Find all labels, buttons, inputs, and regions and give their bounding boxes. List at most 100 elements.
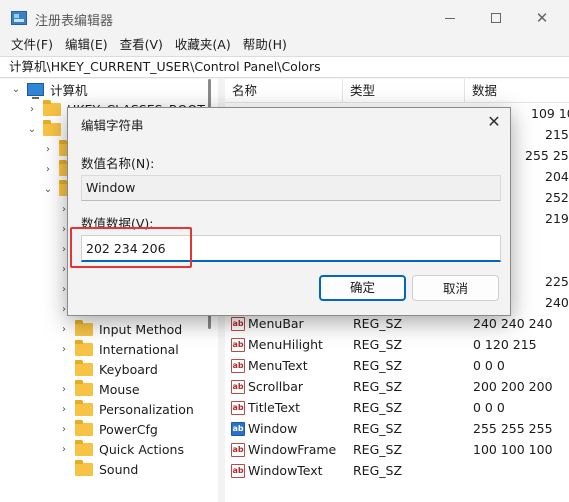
chevron-right-icon[interactable]: › <box>42 144 54 155</box>
chevron-right-icon[interactable]: › <box>58 384 70 395</box>
tree-item-computer[interactable]: ⌄ 计算机 <box>10 79 88 99</box>
table-row[interactable]: ab WindowText REG_SZ <box>225 460 569 481</box>
data-cell: 0 0 0 <box>473 400 505 415</box>
regedit-icon <box>11 11 27 25</box>
data-cell: 0 0 0 <box>473 358 505 373</box>
tree-item-sound[interactable]: Sound <box>58 459 138 479</box>
dialog-close-icon[interactable]: ✕ <box>482 111 506 133</box>
menu-view[interactable]: 查看(V) <box>114 36 169 56</box>
title-bar: 注册表编辑器 ✕ <box>0 0 569 36</box>
tree-item-label: Mouse <box>99 381 140 397</box>
value-name: Scrollbar <box>248 379 303 394</box>
menu-favorites[interactable]: 收藏夹(A) <box>169 36 237 56</box>
value-data-input[interactable] <box>81 235 501 262</box>
data-cell: 240 240 240 <box>473 316 553 331</box>
table-row[interactable]: ab MenuHilight REG_SZ 0 120 215 <box>225 334 569 355</box>
chevron-right-icon[interactable]: › <box>26 104 38 115</box>
tree-item-international[interactable]: › International <box>58 339 179 359</box>
table-row[interactable]: ab TitleText REG_SZ 0 0 0 <box>225 397 569 418</box>
table-row[interactable]: ab Window REG_SZ 255 255 255 <box>225 418 569 439</box>
name-cell: ab MenuText <box>231 355 308 376</box>
folder-icon <box>43 99 61 116</box>
tree-item-label: Input Method <box>99 321 183 337</box>
menu-file[interactable]: 文件(F) <box>0 36 59 56</box>
tree-item-quick-actions[interactable]: › Quick Actions <box>58 439 184 459</box>
cancel-button[interactable]: 取消 <box>412 275 499 301</box>
edit-string-dialog: 编辑字符串 ✕ 数值名称(N): Window 数值数据(V): 确定 取消 <box>67 107 511 316</box>
type-cell: REG_SZ <box>353 316 403 331</box>
ok-button[interactable]: 确定 <box>319 275 406 301</box>
chevron-down-icon[interactable]: ⌄ <box>26 124 38 135</box>
folder-icon <box>75 359 93 376</box>
folder-icon <box>43 119 61 136</box>
window-title: 注册表编辑器 <box>35 14 114 29</box>
tree-item-label: Quick Actions <box>99 441 184 457</box>
value-data-label: 数值数据(V): <box>81 216 154 231</box>
table-row[interactable]: ab MenuBar REG_SZ 240 240 240 <box>225 313 569 334</box>
column-header-data[interactable]: 数据 <box>465 79 569 103</box>
type-cell: REG_SZ <box>353 358 403 373</box>
tree-item-label: Keyboard <box>99 361 158 377</box>
chevron-right-icon[interactable]: › <box>58 344 70 355</box>
value-name: MenuText <box>248 358 308 373</box>
tree-item-keyboard[interactable]: Keyboard <box>58 359 158 379</box>
table-row[interactable]: ab MenuText REG_SZ 0 0 0 <box>225 355 569 376</box>
tree-item-mouse[interactable]: › Mouse <box>58 379 140 399</box>
value-name: TitleText <box>248 400 301 415</box>
dialog-title: 编辑字符串 <box>81 118 144 133</box>
name-cell: ab WindowText <box>231 460 323 481</box>
value-name: MenuHilight <box>248 337 323 352</box>
computer-icon <box>27 82 44 99</box>
value-name: Window <box>248 421 298 436</box>
maximize-icon <box>491 13 501 23</box>
type-cell: REG_SZ <box>353 337 403 352</box>
data-cell-partial: 109 109 <box>531 106 569 121</box>
string-value-icon: ab <box>231 316 245 331</box>
minimize-button[interactable] <box>427 0 473 36</box>
string-value-icon: ab <box>231 337 245 352</box>
value-name: WindowText <box>248 463 323 478</box>
chevron-right-icon[interactable]: › <box>58 444 70 455</box>
tree-item-personalization[interactable]: › Personalization <box>58 399 194 419</box>
name-cell: ab MenuBar <box>231 313 304 334</box>
folder-icon <box>75 379 93 396</box>
name-cell: ab TitleText <box>231 397 300 418</box>
data-cell-partial: 225 <box>545 274 569 289</box>
table-row[interactable]: ab WindowFrame REG_SZ 100 100 100 <box>225 439 569 460</box>
folder-icon <box>75 319 93 336</box>
value-name: MenuBar <box>248 316 304 331</box>
chevron-right-icon[interactable]: › <box>58 324 70 335</box>
column-header-name[interactable]: 名称 <box>225 79 343 103</box>
close-icon: ✕ <box>535 9 549 27</box>
menu-help[interactable]: 帮助(H) <box>237 36 293 56</box>
string-value-icon: ab <box>231 358 245 373</box>
type-cell: REG_SZ <box>353 421 403 436</box>
type-cell: REG_SZ <box>353 463 403 478</box>
value-name: WindowFrame <box>248 442 337 457</box>
menu-edit[interactable]: 编辑(E) <box>59 36 114 56</box>
chevron-down-icon[interactable]: ⌄ <box>42 184 54 195</box>
address-bar[interactable]: 计算机\HKEY_CURRENT_USER\Control Panel\Colo… <box>0 56 569 78</box>
tree-item-label: 计算机 <box>50 82 88 98</box>
string-value-icon: ab <box>231 442 245 457</box>
string-value-icon: ab <box>231 463 245 478</box>
maximize-button[interactable] <box>473 0 519 36</box>
value-name-field: Window <box>81 175 501 201</box>
data-cell-partial: 215 <box>545 127 569 142</box>
table-row[interactable]: ab Scrollbar REG_SZ 200 200 200 <box>225 376 569 397</box>
folder-icon <box>75 399 93 416</box>
chevron-right-icon[interactable]: › <box>42 164 54 175</box>
folder-icon <box>75 419 93 436</box>
folder-icon <box>75 339 93 356</box>
data-cell-partial: 252 <box>545 190 569 205</box>
tree-item-input-method[interactable]: › Input Method <box>58 319 182 339</box>
name-cell: ab Scrollbar <box>231 376 303 397</box>
type-cell: REG_SZ <box>353 400 403 415</box>
folder-icon <box>75 439 93 456</box>
column-header-type[interactable]: 类型 <box>343 79 465 103</box>
chevron-right-icon[interactable]: › <box>58 404 70 415</box>
chevron-down-icon[interactable]: ⌄ <box>10 84 22 95</box>
tree-item-powercfg[interactable]: › PowerCfg <box>58 419 158 439</box>
chevron-right-icon[interactable]: › <box>58 424 70 435</box>
close-button[interactable]: ✕ <box>519 0 565 36</box>
